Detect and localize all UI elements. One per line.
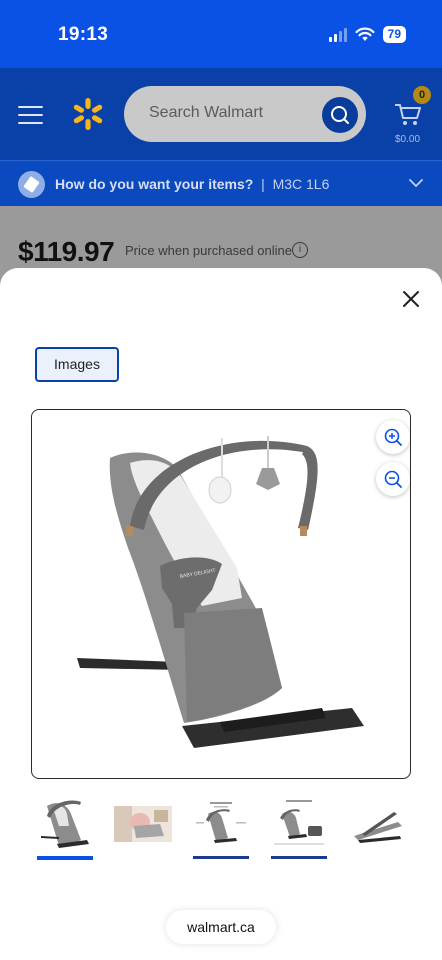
price-note: Price when purchased online [125, 243, 292, 258]
zoom-in-button[interactable] [376, 420, 410, 454]
info-icon[interactable]: i [292, 242, 308, 258]
delivery-icon [18, 171, 45, 198]
battery-indicator: 79 [382, 26, 406, 43]
delivery-separator: | [261, 176, 265, 192]
search-button[interactable] [322, 97, 358, 133]
zoom-out-icon [384, 470, 402, 488]
thumbnail-baby-in-bouncer[interactable] [114, 796, 172, 854]
product-image: BABY DELIGHT [77, 436, 364, 748]
walmart-spark-icon[interactable] [70, 96, 106, 132]
wifi-icon [355, 27, 375, 41]
close-icon[interactable] [400, 288, 422, 310]
thumbnail-bouncer-folded[interactable] [348, 796, 406, 854]
thumbnail-strip [0, 796, 442, 866]
status-time: 19:13 [58, 24, 109, 45]
delivery-question: How do you want your items? [55, 176, 254, 192]
tab-images[interactable]: Images [35, 347, 119, 382]
browser-url-pill[interactable]: walmart.ca [166, 910, 276, 944]
thumbnail-bouncer-front-angle[interactable] [37, 796, 95, 854]
site-header: Search Walmart 0 $0.00 [0, 68, 442, 160]
cart-button[interactable]: 0 $0.00 [393, 86, 431, 146]
thumbnail-indicator-active [37, 856, 93, 860]
thumbnail-bouncer-dimensions-diagram[interactable] [270, 796, 328, 854]
cart-icon [395, 104, 421, 125]
delivery-selector[interactable]: How do you want your items? | M3C 1L6 [0, 160, 442, 206]
zoom-in-icon [384, 428, 402, 446]
cart-total: $0.00 [395, 134, 421, 145]
thumbnail-indicator [271, 856, 327, 859]
thumbnail-bouncer-feature-diagram[interactable] [192, 796, 250, 854]
cellular-signal-icon [328, 27, 347, 42]
zoom-out-button[interactable] [376, 462, 410, 496]
delivery-text: How do you want your items? | M3C 1L6 [55, 176, 329, 192]
product-price: $119.97 [18, 236, 115, 267]
cart-count-badge: 0 [413, 86, 431, 104]
thumbnail-indicator [193, 856, 249, 859]
status-bar: 19:13 79 [0, 0, 442, 68]
image-viewer[interactable]: BABY DELIGHT [31, 409, 411, 779]
search-icon [331, 106, 349, 124]
status-indicators: 79 [328, 26, 406, 43]
hamburger-icon[interactable] [18, 106, 43, 130]
search-bar[interactable]: Search Walmart [124, 86, 366, 142]
search-input[interactable]: Search Walmart [149, 104, 263, 122]
postal-code: M3C 1L6 [272, 176, 330, 192]
chevron-down-icon[interactable] [408, 175, 424, 191]
image-gallery-modal: Images BABY DELIGHT walmart.ca [0, 268, 442, 960]
